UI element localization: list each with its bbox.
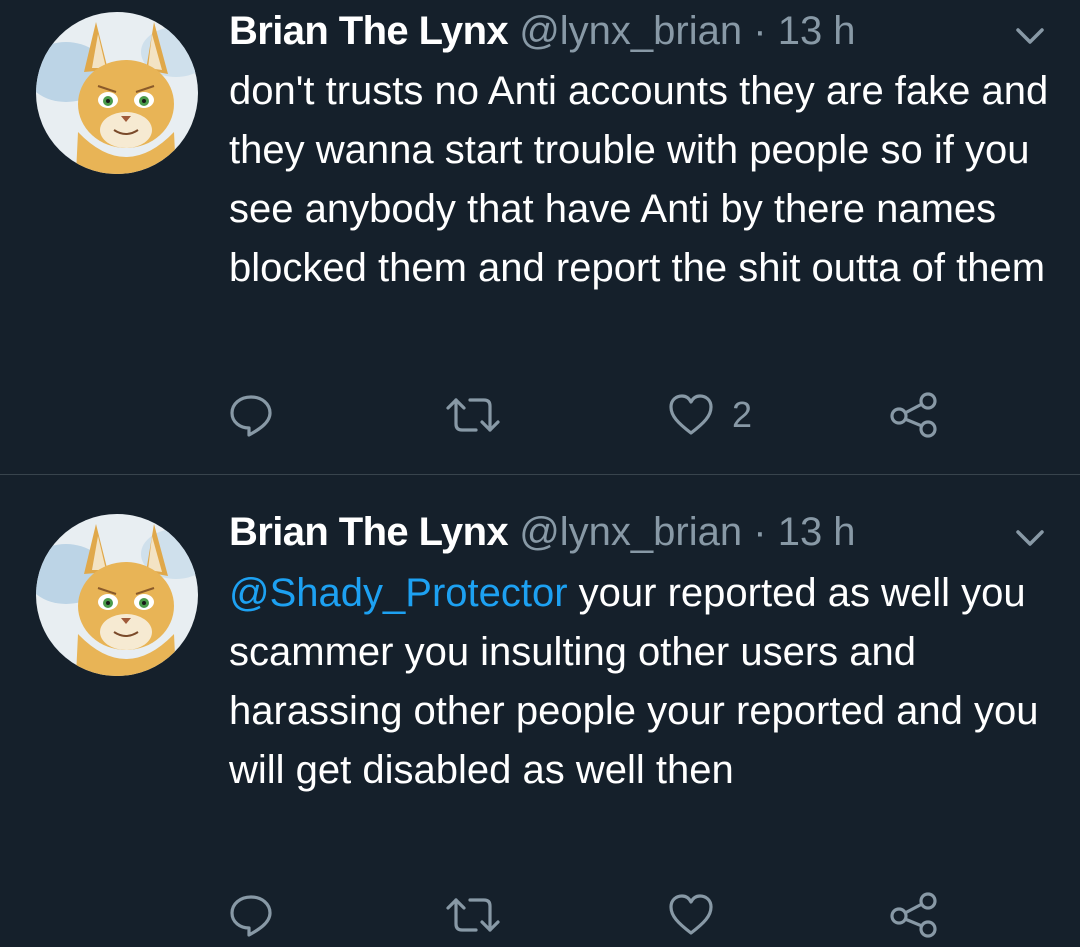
reply-button[interactable] [228, 885, 274, 945]
author-name[interactable]: Brian The Lynx [229, 9, 509, 53]
author-handle[interactable]: @lynx_brian [519, 9, 742, 53]
retweet-button[interactable] [444, 385, 502, 445]
author-name[interactable]: Brian The Lynx [229, 510, 509, 554]
like-icon [669, 894, 713, 935]
mention-link[interactable]: @Shady_Protector [229, 571, 568, 615]
like-button[interactable] [668, 885, 732, 945]
lynx-avatar-image [36, 514, 198, 676]
author-handle[interactable]: @lynx_brian [519, 510, 742, 554]
like-icon [669, 394, 713, 435]
timestamp[interactable]: 13 h [778, 510, 856, 554]
tweet-text: @Shady_Protector your reported as well y… [229, 564, 1049, 800]
separator-dot: · [753, 510, 767, 554]
lynx-avatar-image [36, 12, 198, 174]
chevron-down-icon[interactable] [1012, 526, 1048, 550]
avatar[interactable] [36, 514, 198, 676]
like-button[interactable]: 2 [668, 385, 752, 445]
tweet-actions [0, 885, 1080, 945]
tweet-text: don't trusts no Anti accounts they are f… [229, 62, 1049, 298]
tweet-body: don't trusts no Anti accounts they are f… [229, 69, 1049, 290]
share-icon [890, 892, 937, 938]
tweet-header: Brian The Lynx @lynx_brian · 13 h [229, 507, 856, 557]
reply-icon [230, 395, 272, 437]
separator-dot: · [753, 9, 767, 53]
retweet-icon [446, 398, 500, 432]
tweet[interactable]: Brian The Lynx @lynx_brian · 13 h @Shady… [0, 475, 1080, 947]
retweet-button[interactable] [444, 885, 502, 945]
share-button[interactable] [888, 885, 940, 945]
tweet[interactable]: Brian The Lynx @lynx_brian · 13 h don't … [0, 0, 1080, 475]
chevron-down-icon[interactable] [1012, 24, 1048, 48]
tweet-header: Brian The Lynx @lynx_brian · 13 h [229, 6, 856, 56]
avatar[interactable] [36, 12, 198, 174]
reply-icon [230, 895, 272, 937]
retweet-icon [446, 898, 500, 932]
reply-button[interactable] [228, 385, 274, 445]
tweet-actions: 2 [0, 385, 1080, 445]
share-button[interactable] [888, 385, 940, 445]
like-count: 2 [732, 394, 753, 435]
timestamp[interactable]: 13 h [778, 9, 856, 53]
share-icon [890, 392, 937, 438]
